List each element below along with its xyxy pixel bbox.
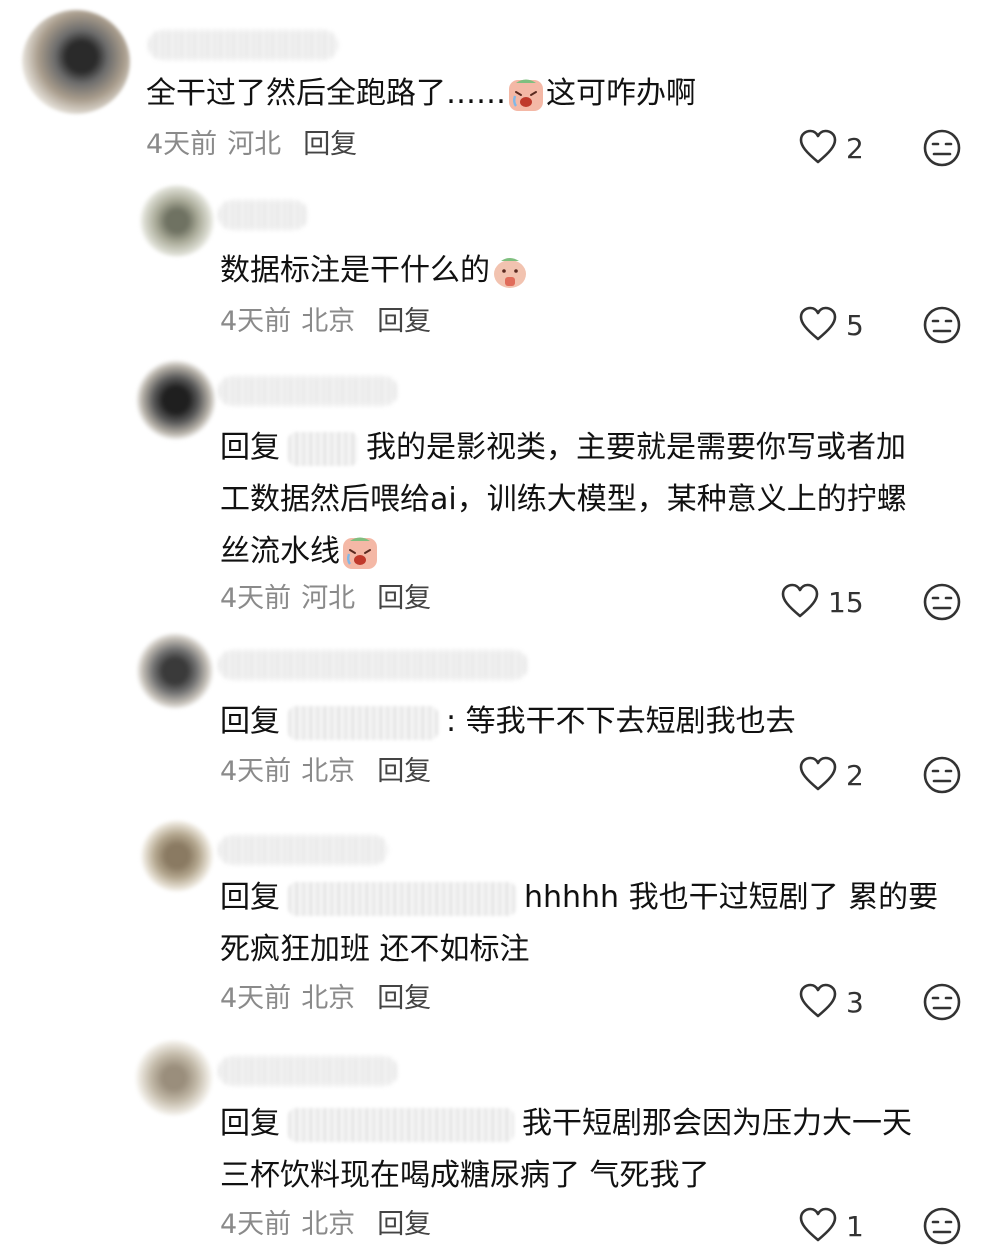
like-button[interactable]: 5 [798,305,864,345]
like-count: 2 [846,758,864,792]
reply-button[interactable]: 回复 [377,306,431,337]
avatar[interactable] [140,820,214,892]
heart-outline-icon [798,128,838,168]
location: 河北 [301,583,356,614]
like-count: 15 [828,585,864,619]
begging-emoji [492,254,528,290]
like-count: 5 [846,308,864,342]
reply-button[interactable]: 回复 [377,983,431,1014]
timestamp: 4天前 [146,129,218,160]
mention[interactable] [288,881,516,916]
location: 河北 [227,129,282,160]
mention[interactable] [288,705,438,740]
comment-meta: 4天前 北京 回复 [220,982,431,1016]
comment-text: 回复: 等我干不下去短剧我也去 [220,704,796,740]
avatar[interactable] [138,185,216,257]
comment-meta: 4天前 北京 回复 [220,1208,431,1242]
heart-outline-icon [798,1206,838,1246]
reply-button[interactable]: 回复 [377,756,431,787]
like-button[interactable]: 1 [798,1206,864,1246]
comment-text: 回复 hhhhh 我也干过短剧了 累的要 死疯狂加班 还不如标注 [220,880,939,967]
comment-meta: 4天前 河北 回复 [146,128,357,162]
heart-outline-icon [798,305,838,345]
username[interactable] [218,835,388,865]
crying-emoji [342,535,378,571]
reply-button[interactable]: 回复 [303,129,357,160]
timestamp: 4天前 [220,583,292,614]
comment-text: 数据标注是干什么的 [220,245,530,297]
crying-emoji [508,77,544,113]
neutral-face-icon[interactable] [922,305,962,345]
comment-text: 回复 我干短剧那会因为压力大一天 三杯饮料现在喝成糖尿病了 气死我了 [220,1106,912,1193]
like-button[interactable]: 15 [780,582,864,622]
avatar[interactable] [136,360,216,440]
username[interactable] [148,30,338,60]
neutral-face-icon[interactable] [922,1206,962,1246]
like-button[interactable]: 2 [798,128,864,168]
heart-outline-icon [780,582,820,622]
location: 北京 [301,306,356,337]
like-count: 3 [846,985,864,1019]
timestamp: 4天前 [220,306,292,337]
reply-button[interactable]: 回复 [377,1209,431,1240]
heart-outline-icon [798,982,838,1022]
comment-meta: 4天前 北京 回复 [220,305,431,339]
avatar[interactable] [22,10,130,114]
neutral-face-icon[interactable] [922,755,962,795]
like-button[interactable]: 3 [798,982,864,1022]
location: 北京 [301,1209,356,1240]
like-button[interactable]: 2 [798,755,864,795]
avatar[interactable] [134,1040,214,1116]
heart-outline-icon [798,755,838,795]
comment-text: 回复 我的是影视类，主要就是需要你写或者加 工数据然后喂给ai，训练大模型，某种意… [220,430,907,571]
avatar[interactable] [136,633,214,709]
like-count: 1 [846,1209,864,1243]
timestamp: 4天前 [220,756,292,787]
username[interactable] [218,200,308,230]
username[interactable] [218,376,398,406]
mention[interactable] [288,431,358,466]
location: 北京 [301,983,356,1014]
timestamp: 4天前 [220,1209,292,1240]
comment-meta: 4天前 河北 回复 [220,582,431,616]
comment-meta: 4天前 北京 回复 [220,755,431,789]
like-count: 2 [846,131,864,165]
neutral-face-icon[interactable] [922,128,962,168]
reply-button[interactable]: 回复 [377,583,431,614]
mention[interactable] [288,1107,514,1142]
username[interactable] [218,1056,398,1086]
neutral-face-icon[interactable] [922,982,962,1022]
comment-text: 全干过了然后全跑路了…… 这可咋办啊 [146,76,696,113]
username[interactable] [218,650,528,680]
neutral-face-icon[interactable] [922,582,962,622]
timestamp: 4天前 [220,983,292,1014]
location: 北京 [301,756,356,787]
